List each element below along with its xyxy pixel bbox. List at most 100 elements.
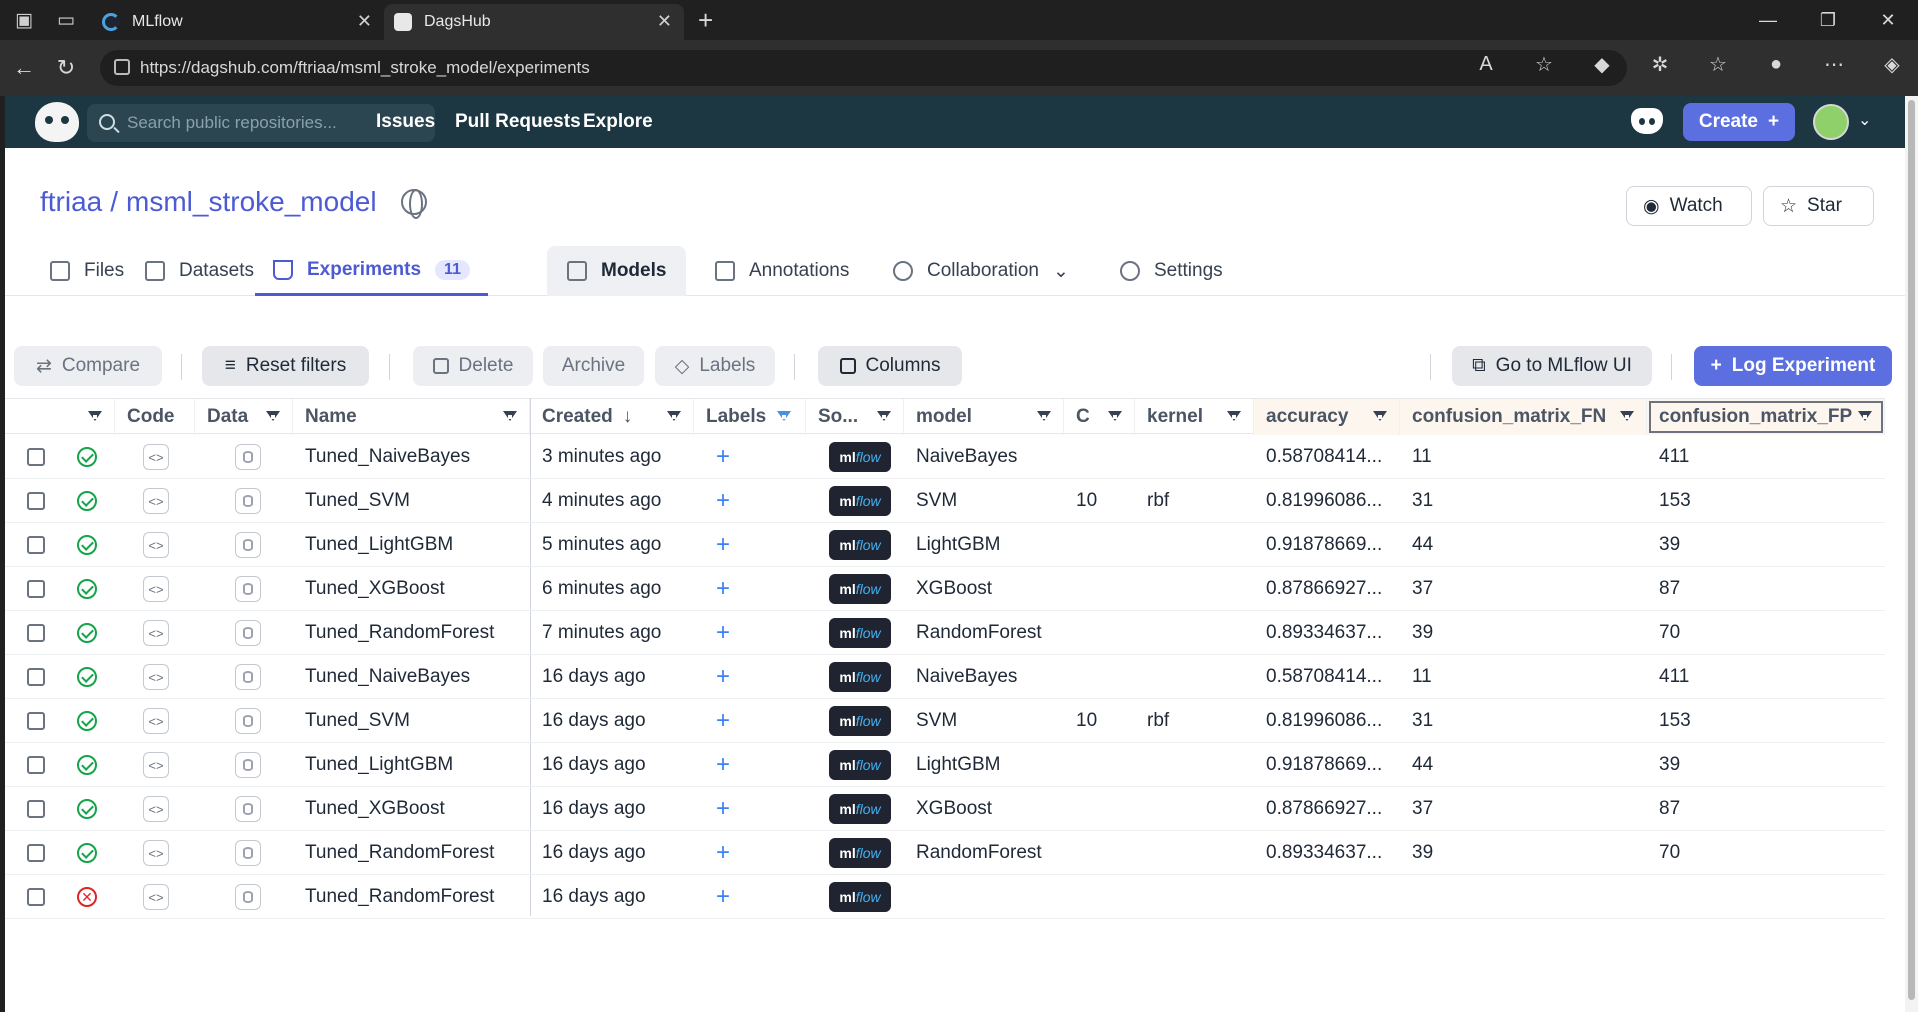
table-row[interactable]: <> Tuned_SVM 4 minutes ago + ml flow SVM 10 rbf 0… (5, 479, 1885, 523)
filter-icon[interactable] (1858, 411, 1872, 421)
tab-models[interactable]: Models (547, 246, 687, 296)
add-label-button[interactable]: + (694, 787, 806, 831)
tab-annotations[interactable]: Annotations (715, 246, 849, 296)
back-icon[interactable]: ← (6, 50, 42, 86)
browser-tab-mlflow[interactable]: MLflow ✕ (92, 4, 384, 40)
row-checkbox[interactable] (27, 624, 45, 642)
database-icon[interactable] (235, 620, 261, 646)
filter-icon[interactable] (877, 411, 891, 421)
code-brackets-icon[interactable]: <> (143, 884, 169, 910)
filter-active-icon[interactable] (777, 411, 791, 421)
url-field[interactable]: https://dagshub.com/ftriaa/msml_stroke_m… (100, 50, 1627, 86)
create-button[interactable]: Create + (1683, 103, 1795, 141)
database-icon[interactable] (235, 884, 261, 910)
minimize-icon[interactable]: — (1738, 0, 1798, 40)
browser-tab-dagshub[interactable]: DagsHub ✕ (384, 4, 684, 40)
row-checkbox[interactable] (27, 800, 45, 818)
table-row[interactable]: ✕ <> Tuned_RandomForest 16 days ago + ml flow (5, 875, 1885, 919)
column-model[interactable]: model (904, 399, 1064, 435)
run-name-link[interactable]: Tuned_RandomForest (293, 611, 530, 655)
table-row[interactable]: <> Tuned_XGBoost 6 minutes ago + ml flow XGBoo… (5, 567, 1885, 611)
column-data[interactable]: Data (195, 399, 293, 435)
compare-button[interactable]: ⇄ Compare (14, 346, 162, 386)
run-name-link[interactable]: Tuned_SVM (293, 479, 530, 523)
filter-icon[interactable] (1227, 411, 1241, 421)
restore-icon[interactable]: ❐ (1798, 0, 1858, 40)
row-checkbox[interactable] (27, 756, 45, 774)
close-window-icon[interactable]: ✕ (1858, 0, 1918, 40)
database-icon[interactable] (235, 532, 261, 558)
add-label-button[interactable]: + (694, 611, 806, 655)
column-accuracy[interactable]: accuracy (1254, 399, 1400, 435)
code-brackets-icon[interactable]: <> (143, 708, 169, 734)
column-source[interactable]: So... (806, 399, 904, 435)
table-row[interactable]: <> Tuned_LightGBM 5 minutes ago + ml flow Ligh… (5, 523, 1885, 567)
tab-datasets[interactable]: Datasets (145, 246, 254, 296)
repo-name-link[interactable]: msml_stroke_model (126, 186, 377, 218)
code-brackets-icon[interactable]: <> (143, 796, 169, 822)
table-row[interactable]: <> Tuned_LightGBM 16 days ago + ml flow LightG… (5, 743, 1885, 787)
row-checkbox[interactable] (27, 712, 45, 730)
run-name-link[interactable]: Tuned_LightGBM (293, 523, 530, 567)
filter-icon[interactable] (1037, 411, 1051, 421)
columns-button[interactable]: Columns (818, 346, 962, 386)
reload-icon[interactable]: ↻ (48, 50, 84, 86)
table-row[interactable]: <> Tuned_XGBoost 16 days ago + ml flow XGBoost… (5, 787, 1885, 831)
tab-experiments[interactable]: Experiments 11 (255, 246, 488, 296)
add-label-button[interactable]: + (694, 435, 806, 479)
page-scrollbar[interactable] (1905, 96, 1918, 1012)
chevron-down-icon[interactable]: ⌄ (1858, 110, 1871, 130)
nav-link-issues[interactable]: Issues (376, 111, 435, 133)
code-brackets-icon[interactable]: <> (143, 664, 169, 690)
sort-desc-icon[interactable]: ↓ (623, 406, 633, 428)
add-label-button[interactable]: + (694, 479, 806, 523)
database-icon[interactable] (235, 708, 261, 734)
labels-button[interactable]: ◇ Labels (655, 346, 775, 386)
filter-icon[interactable] (1373, 411, 1387, 421)
close-tab-icon[interactable]: ✕ (657, 11, 672, 32)
read-aloud-icon[interactable]: A (1472, 50, 1500, 78)
database-icon[interactable] (235, 752, 261, 778)
row-checkbox[interactable] (27, 492, 45, 510)
site-info-icon[interactable] (114, 59, 130, 75)
add-label-button[interactable]: + (694, 831, 806, 875)
tab-collaboration[interactable]: Collaboration ⌄ (893, 246, 1069, 296)
table-row[interactable]: <> Tuned_NaiveBayes 3 minutes ago + ml flow Na… (5, 435, 1885, 479)
workspaces-icon[interactable]: ▣ (6, 2, 42, 38)
status-filter[interactable] (51, 399, 115, 435)
favorites-icon[interactable]: ☆ (1704, 50, 1732, 78)
run-name-link[interactable]: Tuned_XGBoost (293, 567, 530, 611)
row-checkbox[interactable] (27, 888, 45, 906)
filter-icon[interactable] (503, 411, 517, 421)
new-tab-icon[interactable]: + (698, 5, 713, 36)
code-brackets-icon[interactable]: <> (143, 752, 169, 778)
extensions-icon[interactable]: ✲ (1646, 50, 1674, 78)
column-confusion-fp[interactable]: confusion_matrix_FP (1647, 399, 1885, 435)
user-avatar[interactable] (1813, 104, 1849, 140)
column-c[interactable]: C (1064, 399, 1135, 435)
tab-settings[interactable]: Settings (1120, 246, 1223, 296)
column-code[interactable]: Code (115, 399, 195, 435)
column-labels[interactable]: Labels (694, 399, 806, 435)
code-brackets-icon[interactable]: <> (143, 620, 169, 646)
run-name-link[interactable]: Tuned_NaiveBayes (293, 655, 530, 699)
log-experiment-button[interactable]: + Log Experiment (1694, 346, 1892, 386)
star-button[interactable]: ☆ Star (1763, 186, 1874, 226)
run-name-link[interactable]: Tuned_RandomForest (293, 875, 530, 919)
code-brackets-icon[interactable]: <> (143, 532, 169, 558)
database-icon[interactable] (235, 840, 261, 866)
row-checkbox[interactable] (27, 668, 45, 686)
more-icon[interactable]: ⋯ (1820, 50, 1848, 78)
filter-icon[interactable] (667, 411, 681, 421)
close-tab-icon[interactable]: ✕ (357, 11, 372, 32)
archive-button[interactable]: Archive (543, 346, 644, 386)
scrollbar-thumb[interactable] (1908, 100, 1915, 1000)
add-label-button[interactable]: + (694, 523, 806, 567)
repo-owner-link[interactable]: ftriaa (40, 186, 102, 218)
discord-icon[interactable] (1631, 108, 1663, 134)
filter-icon[interactable] (1620, 411, 1634, 421)
extension-shield-icon[interactable]: ◆ (1588, 50, 1616, 78)
filter-icon[interactable] (266, 411, 280, 421)
code-brackets-icon[interactable]: <> (143, 488, 169, 514)
run-name-link[interactable]: Tuned_NaiveBayes (293, 435, 530, 479)
